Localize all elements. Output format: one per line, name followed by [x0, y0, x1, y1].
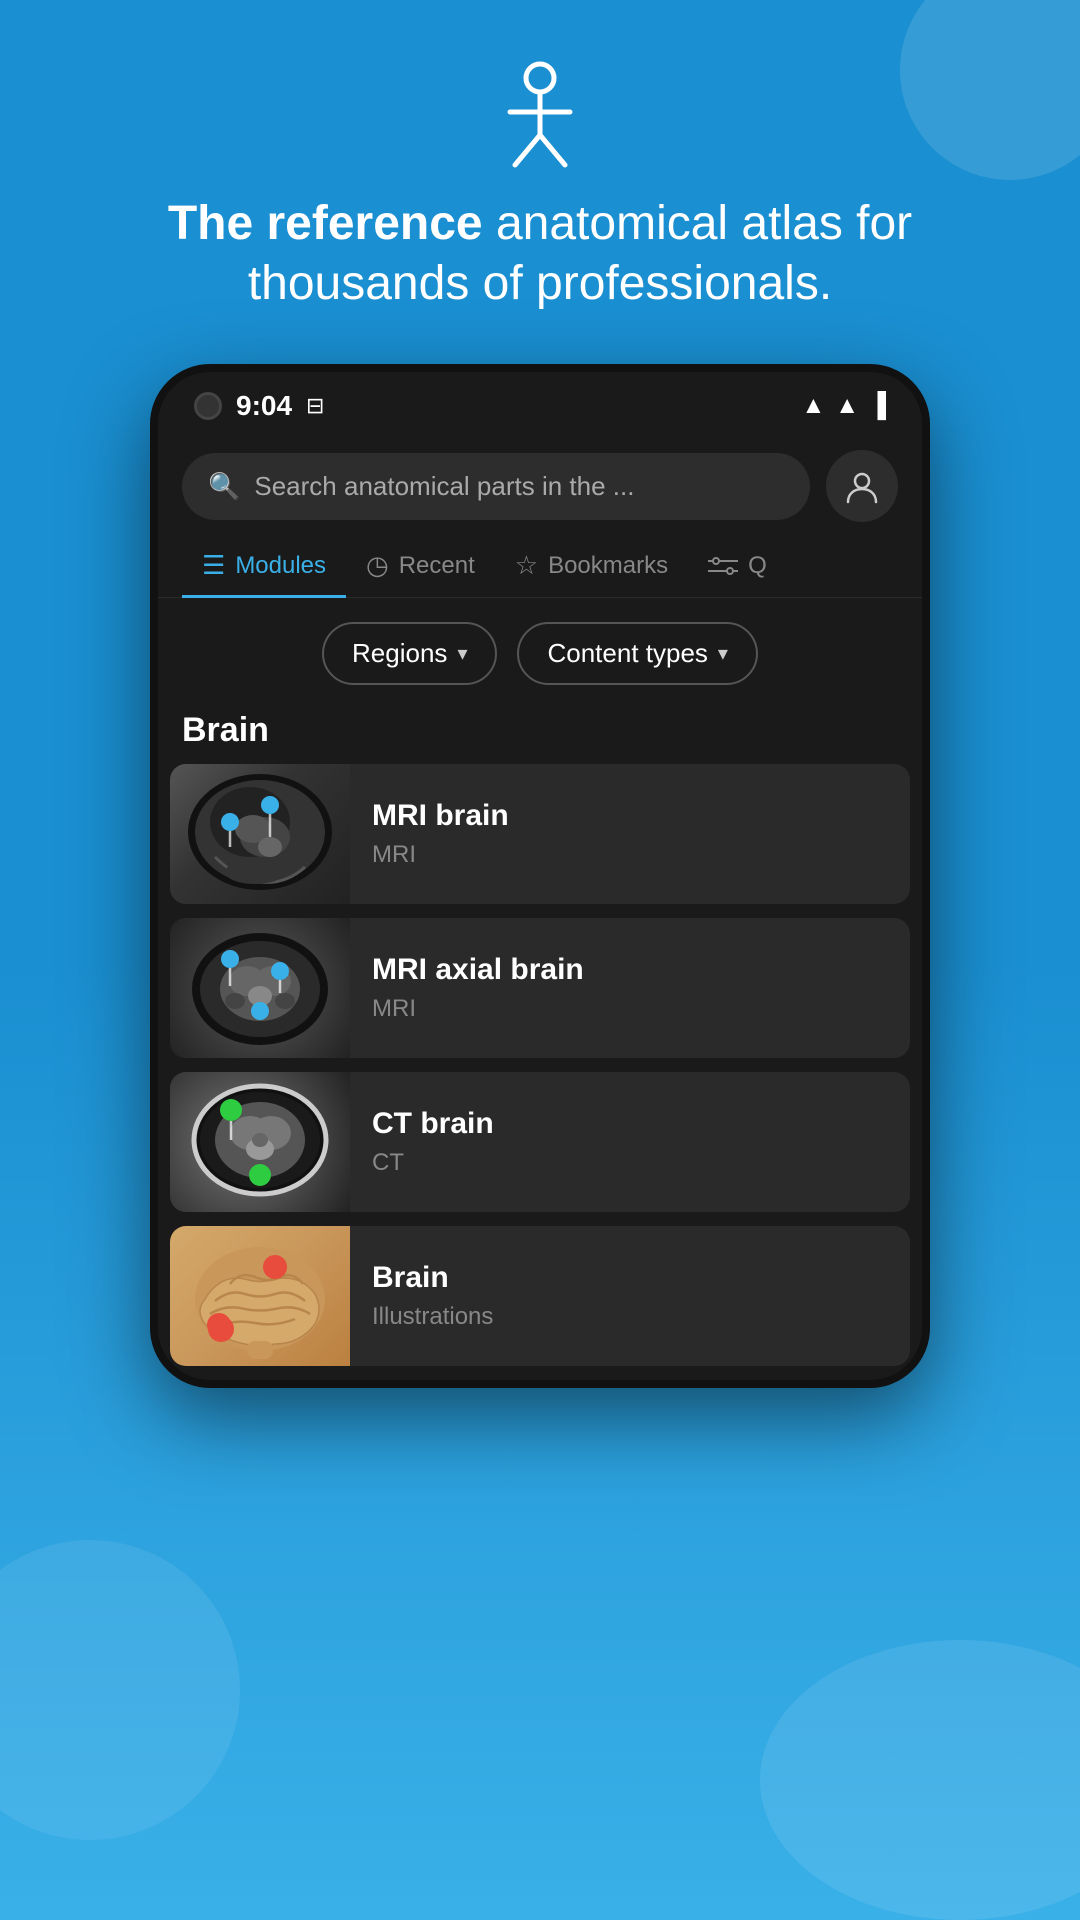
list-item[interactable]: MRI brain MRI [170, 764, 910, 904]
tab-bookmarks[interactable]: ☆ Bookmarks [495, 532, 688, 597]
module-thumb-mri-brain [170, 764, 350, 904]
tab-bookmarks-label: Bookmarks [548, 552, 668, 580]
recent-icon: ◷ [366, 550, 389, 581]
bg-decoration-2 [0, 1540, 240, 1840]
module-name: Brain [372, 1261, 888, 1295]
module-info-mri-axial: MRI axial brain MRI [350, 918, 910, 1058]
brain-illustration-image [175, 1229, 345, 1364]
wifi-icon: ▲ [801, 392, 825, 420]
module-info-mri-brain: MRI brain MRI [350, 764, 910, 904]
camera-dot [194, 392, 222, 420]
module-thumb-brain-illustration [170, 1226, 350, 1366]
status-right: ▲ ▲ ▐ [801, 392, 886, 420]
app-header: The reference anatomical atlas for thous… [0, 0, 1080, 364]
battery-icon: ▐ [869, 392, 886, 420]
tagline: The reference anatomical atlas for thous… [0, 194, 1080, 314]
list-item[interactable]: Brain Illustrations [170, 1226, 910, 1366]
content-types-chevron-icon: ▾ [718, 641, 728, 666]
list-item[interactable]: MRI axial brain MRI [170, 918, 910, 1058]
module-name: CT brain [372, 1107, 888, 1141]
module-type: Illustrations [372, 1303, 888, 1331]
content-types-label: Content types [547, 638, 707, 669]
tab-filter[interactable]: Q [688, 533, 787, 597]
module-list: MRI brain MRI [158, 764, 922, 1380]
bg-decoration-3 [760, 1640, 1080, 1920]
tab-recent-label: Recent [399, 552, 475, 580]
filter-row: Regions ▾ Content types ▾ [158, 598, 922, 701]
search-bar-row: 🔍 Search anatomical parts in the ... [158, 432, 922, 532]
phone-wrapper: 9:04 ⊟ ▲ ▲ ▐ 🔍 Search anatomical parts i… [0, 364, 1080, 1388]
tab-bar: ☰ Modules ◷ Recent ☆ Bookmarks [158, 532, 922, 598]
phone-frame: 9:04 ⊟ ▲ ▲ ▐ 🔍 Search anatomical parts i… [150, 364, 930, 1388]
regions-label: Regions [352, 638, 447, 669]
status-left: 9:04 ⊟ [194, 390, 324, 422]
module-type: CT [372, 1149, 888, 1177]
module-name: MRI axial brain [372, 953, 888, 987]
section-brain-title: Brain [158, 701, 922, 764]
time: 9:04 [236, 390, 292, 422]
tab-q-label: Q [748, 552, 767, 580]
module-info-ct: CT brain CT [350, 1072, 910, 1212]
mri-brain-image [175, 767, 345, 902]
search-icon: 🔍 [208, 471, 240, 502]
ct-brain-image [175, 1075, 345, 1210]
filter-icon [708, 551, 738, 581]
notification-icon: ⊟ [306, 393, 324, 419]
regions-filter-button[interactable]: Regions ▾ [322, 622, 497, 685]
app-content: 🔍 Search anatomical parts in the ... ☰ M… [158, 432, 922, 1380]
modules-icon: ☰ [202, 550, 225, 581]
module-type: MRI [372, 995, 888, 1023]
search-placeholder-text: Search anatomical parts in the ... [254, 471, 634, 502]
module-info-brain: Brain Illustrations [350, 1226, 910, 1366]
avatar-button[interactable] [826, 450, 898, 522]
signal-icon: ▲ [835, 392, 859, 420]
module-type: MRI [372, 841, 888, 869]
search-bar[interactable]: 🔍 Search anatomical parts in the ... [182, 453, 810, 520]
content-types-filter-button[interactable]: Content types ▾ [517, 622, 757, 685]
regions-chevron-icon: ▾ [457, 641, 467, 666]
bookmark-icon: ☆ [515, 550, 538, 581]
module-thumb-mri-axial [170, 918, 350, 1058]
list-item[interactable]: CT brain CT [170, 1072, 910, 1212]
mri-axial-image [175, 921, 345, 1056]
tab-recent[interactable]: ◷ Recent [346, 532, 495, 597]
tab-modules[interactable]: ☰ Modules [182, 532, 346, 597]
person-icon [495, 60, 585, 170]
module-name: MRI brain [372, 799, 888, 833]
status-bar: 9:04 ⊟ ▲ ▲ ▐ [158, 372, 922, 432]
module-thumb-ct [170, 1072, 350, 1212]
tab-modules-label: Modules [235, 552, 326, 580]
